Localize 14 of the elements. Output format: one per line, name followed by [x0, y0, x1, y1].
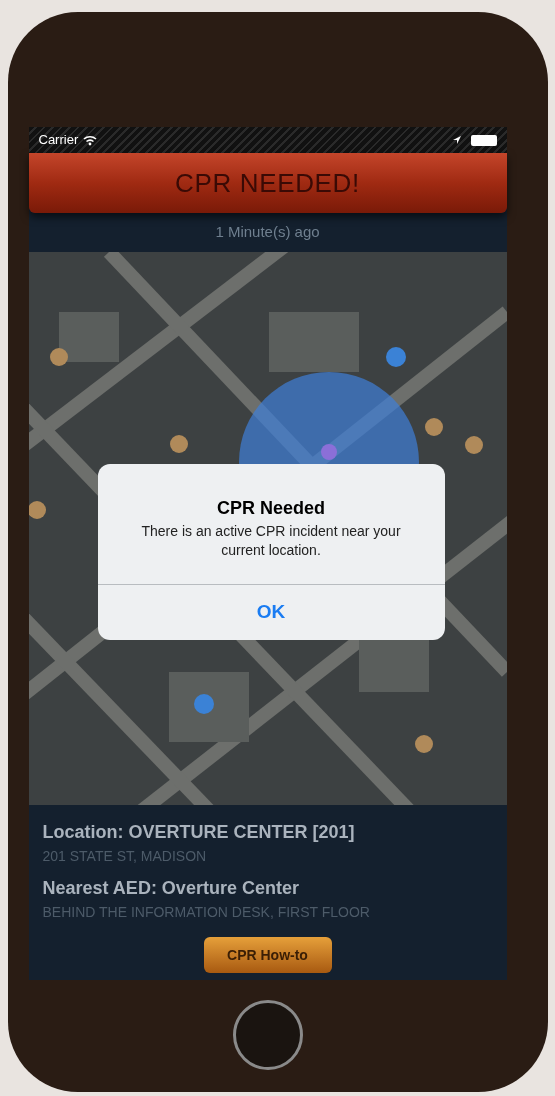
detail-label: Nearest AED: Overture Center	[42, 877, 300, 900]
wifi-icon	[83, 134, 98, 146]
location-arrow-icon	[451, 135, 462, 145]
detail-sublabel: 201 STATE ST, MADISON	[42, 847, 208, 866]
detail-label: Location: OVERTURE CENTER [201]	[42, 821, 356, 844]
cpr-how-to-button[interactable]: CPR How-to	[203, 937, 332, 973]
header-title: CPR NEEDED!	[175, 166, 360, 200]
alert-title: CPR Needed	[217, 496, 325, 520]
alert-message: There is an active CPR incident near your current location.	[140, 521, 402, 560]
elapsed-time: 1 Minute(s) ago	[215, 222, 320, 243]
battery-icon	[470, 134, 497, 146]
carrier-label: Carrier	[38, 131, 79, 150]
detail-sublabel: BEHIND THE INFORMATION DESK, FIRST FLOOR	[42, 903, 371, 922]
ok-button[interactable]: OK	[97, 585, 445, 640]
